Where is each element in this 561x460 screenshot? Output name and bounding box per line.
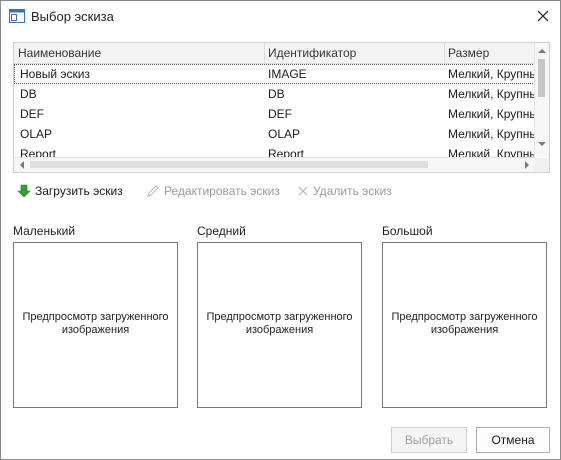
- edit-sketch-label: Редактировать эскиз: [164, 184, 280, 198]
- cancel-button[interactable]: Отмена: [476, 427, 550, 453]
- grid-header: Наименование Идентификатор Размер: [14, 43, 549, 64]
- column-divider[interactable]: [444, 43, 445, 63]
- edit-sketch-button[interactable]: Редактировать эскиз: [146, 182, 280, 200]
- cell-name: OLAP: [20, 127, 53, 141]
- delete-sketch-button[interactable]: Удалить эскиз: [297, 182, 392, 200]
- close-icon[interactable]: [532, 5, 554, 27]
- column-divider[interactable]: [264, 43, 265, 63]
- delete-sketch-label: Удалить эскиз: [313, 184, 392, 198]
- cell-size: Мелкий, Крупны: [448, 127, 535, 141]
- upload-sketch-label: Загрузить эскиз: [35, 184, 123, 198]
- cell-name: Новый эскиз: [20, 67, 90, 81]
- cell-name: DEF: [20, 107, 44, 121]
- table-row[interactable]: DEF DEF Мелкий, Крупны: [14, 104, 535, 124]
- window-icon: [9, 9, 25, 23]
- cell-size: Мелкий, Крупны: [448, 87, 535, 101]
- select-button[interactable]: Выбрать: [391, 427, 467, 453]
- scroll-down-icon[interactable]: [538, 141, 546, 147]
- preview-label-large: Большой: [382, 224, 433, 238]
- title-bar[interactable]: Выбор эскиза: [1, 1, 560, 32]
- preview-label-medium: Средний: [197, 224, 246, 238]
- preview-placeholder: Предпросмотр загруженного изображения: [391, 311, 538, 336]
- column-header-size[interactable]: Размер: [448, 46, 489, 60]
- cell-id: OLAP: [268, 127, 301, 141]
- dialog-title: Выбор эскиза: [31, 9, 114, 24]
- preview-placeholder: Предпросмотр загруженного изображения: [206, 311, 353, 336]
- cell-id: IMAGE: [268, 67, 307, 81]
- vertical-scrollbar[interactable]: [534, 43, 549, 157]
- scroll-corner: [535, 158, 549, 172]
- upload-sketch-button[interactable]: Загрузить эскиз: [17, 182, 123, 200]
- scroll-up-icon[interactable]: [538, 48, 546, 54]
- cell-name: DB: [20, 87, 37, 101]
- scroll-left-icon[interactable]: [19, 161, 25, 169]
- upload-arrow-icon: [17, 184, 31, 198]
- table-row[interactable]: Новый эскиз IMAGE Мелкий, Крупны: [14, 64, 535, 84]
- cell-size: Мелкий, Крупны: [448, 67, 535, 81]
- table-row[interactable]: OLAP OLAP Мелкий, Крупны: [14, 124, 535, 144]
- sketch-grid[interactable]: Наименование Идентификатор Размер Новый …: [13, 42, 550, 173]
- preview-small: Предпросмотр загруженного изображения: [13, 242, 178, 408]
- column-header-id[interactable]: Идентификатор: [268, 46, 356, 60]
- column-header-name[interactable]: Наименование: [18, 46, 101, 60]
- dialog-window: Выбор эскиза Наименование Идентификатор …: [0, 0, 561, 460]
- scroll-right-icon[interactable]: [524, 161, 530, 169]
- edit-pencil-icon: [147, 185, 159, 197]
- horizontal-scroll-thumb[interactable]: [30, 161, 428, 168]
- preview-label-small: Маленький: [13, 224, 76, 238]
- cell-size: Мелкий, Крупны: [448, 107, 535, 121]
- table-row[interactable]: DB DB Мелкий, Крупны: [14, 84, 535, 104]
- vertical-scroll-thumb[interactable]: [538, 59, 545, 97]
- horizontal-scrollbar[interactable]: [14, 157, 535, 172]
- preview-large: Предпросмотр загруженного изображения: [382, 242, 547, 408]
- cell-id: DEF: [268, 107, 292, 121]
- delete-x-icon: [298, 186, 308, 196]
- preview-medium: Предпросмотр загруженного изображения: [197, 242, 362, 408]
- preview-placeholder: Предпросмотр загруженного изображения: [22, 311, 169, 336]
- cell-id: DB: [268, 87, 285, 101]
